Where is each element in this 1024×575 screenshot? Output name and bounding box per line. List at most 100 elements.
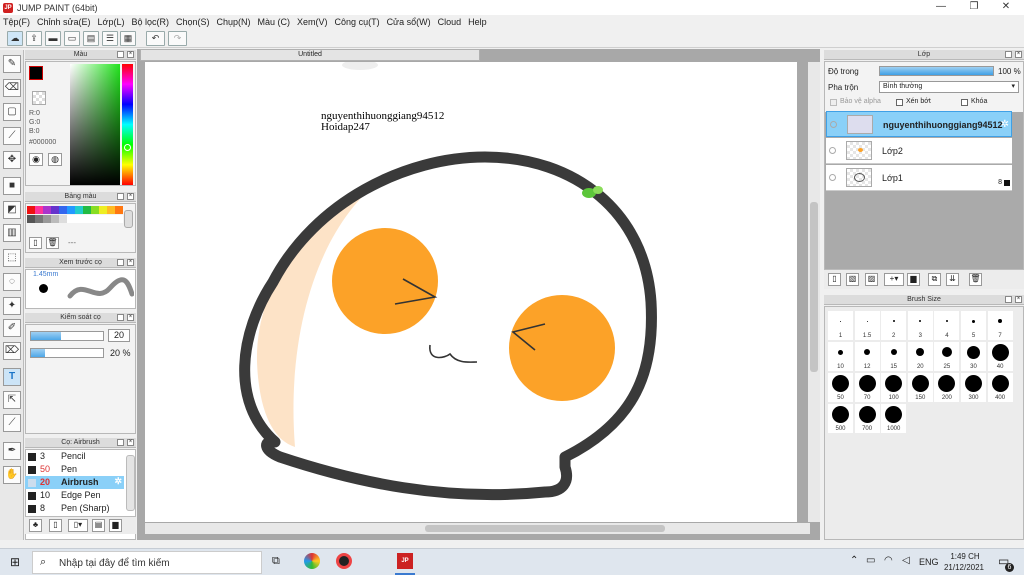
brush-item-pencil[interactable]: 3 Pencil [25, 450, 124, 463]
brush-size-slider[interactable] [30, 331, 104, 341]
line-tool-icon[interactable]: ⟋ [3, 127, 21, 145]
brush-settings-icon[interactable]: ♣ [29, 519, 42, 532]
layers-icon[interactable]: ☰ [102, 31, 118, 46]
float-icon[interactable] [1005, 296, 1012, 303]
brush-item-pen-sharp[interactable]: 8 Pen (Sharp) [25, 502, 124, 515]
vertical-scrollbar[interactable] [808, 62, 820, 522]
brush-size-option[interactable]: 2 [881, 311, 907, 340]
new-halftone-layer-icon[interactable]: ▧ [846, 273, 859, 286]
dropper-tool-icon[interactable]: ⟋ [3, 414, 21, 432]
undo-icon[interactable]: ↶ [146, 31, 165, 46]
maximize-button[interactable]: ❐ [958, 0, 990, 15]
eyedropper-icon[interactable]: ✒ [3, 442, 21, 460]
layer-row-lop1[interactable]: Lớp1 8 [826, 165, 1012, 191]
gear-icon[interactable]: ✲ [114, 476, 122, 487]
menu-tools[interactable]: Công cụ(T) [335, 17, 380, 27]
operation-tool-icon[interactable]: ⇱ [3, 391, 21, 409]
horizontal-scroll-thumb[interactable] [425, 525, 665, 532]
browser-app-icon[interactable] [304, 553, 320, 569]
media-app-icon[interactable] [336, 553, 352, 569]
brush-size-option[interactable]: 100 [881, 373, 907, 402]
document-canvas[interactable]: nguyenthihuonggiang94512 Hoidap247 [145, 62, 797, 522]
brush-size-option[interactable]: 3 [907, 311, 933, 340]
select-eraser-icon[interactable]: ⌦ [3, 342, 21, 360]
close-icon[interactable]: × [127, 51, 134, 58]
float-icon[interactable] [117, 51, 124, 58]
blend-mode-select[interactable]: Bình thường ▾ [879, 81, 1019, 93]
protect-alpha-checkbox[interactable] [830, 99, 837, 106]
brush-copy-icon[interactable]: ▤ [92, 519, 105, 532]
brush-item-airbrush[interactable]: 20 Airbrush ✲ [25, 476, 124, 489]
horizontal-scrollbar[interactable] [145, 523, 810, 534]
page-icon[interactable]: ▤ [83, 31, 99, 46]
float-icon[interactable] [117, 439, 124, 446]
close-icon[interactable]: × [1015, 296, 1022, 303]
brush-size-option[interactable]: 30 [961, 342, 986, 371]
close-button[interactable]: ✕ [990, 0, 1022, 15]
language-indicator[interactable]: ENG [919, 557, 939, 567]
minimize-button[interactable]: — [925, 0, 957, 15]
vertical-scroll-thumb[interactable] [810, 202, 818, 372]
menu-edit[interactable]: Chỉnh sửa(E) [37, 17, 91, 27]
layer-folder-icon[interactable]: ▆ [907, 273, 920, 286]
delete-palette-icon[interactable]: 🗑 [46, 237, 59, 249]
brush-size-option[interactable]: 12 [854, 342, 880, 371]
menu-color[interactable]: Màu (C) [258, 17, 291, 27]
foreground-color-swatch[interactable] [29, 66, 43, 80]
lasso-tool-icon[interactable]: ◌ [3, 273, 21, 291]
menu-help[interactable]: Help [468, 17, 487, 27]
eraser-tool-icon[interactable]: ⌫ [3, 79, 21, 97]
brush-size-option[interactable]: 4 [934, 311, 960, 340]
brush-size-option[interactable]: 1.5 [854, 311, 880, 340]
menu-select[interactable]: Chọn(S) [176, 17, 210, 27]
menu-window[interactable]: Cửa sổ(W) [387, 17, 431, 27]
new-layer-icon[interactable]: ▯ [828, 273, 841, 286]
fill-rect-icon[interactable]: ■ [3, 177, 21, 195]
bucket-tool-icon[interactable]: ◩ [3, 201, 21, 219]
new-8bit-layer-icon[interactable]: ▨ [865, 273, 878, 286]
visibility-icon[interactable] [829, 174, 836, 181]
float-icon[interactable] [117, 193, 124, 200]
clock-date[interactable]: 21/12/2021 [940, 563, 988, 572]
close-icon[interactable]: × [1015, 51, 1022, 58]
brush-size-option[interactable]: 7 [987, 311, 1013, 340]
brush-size-option[interactable]: 300 [961, 373, 986, 402]
brush-opacity-slider[interactable] [30, 348, 104, 358]
redo-icon[interactable]: ↷ [168, 31, 187, 46]
brush-size-option[interactable]: 500 [828, 404, 853, 433]
float-icon[interactable] [117, 259, 124, 266]
float-icon[interactable] [1005, 51, 1012, 58]
menu-file[interactable]: Tệp(F) [3, 17, 30, 27]
visibility-icon[interactable] [830, 121, 837, 128]
windows-start-icon[interactable]: ⊞ [10, 555, 20, 569]
chevron-up-icon[interactable]: ⌃ [850, 555, 858, 566]
saturation-value-square[interactable] [70, 64, 120, 185]
float-icon[interactable] [117, 314, 124, 321]
new-palette-icon[interactable]: ▯ [29, 237, 42, 249]
volume-icon[interactable]: ◁ [902, 555, 910, 566]
hue-marker[interactable] [124, 144, 131, 151]
jump-paint-taskbar-icon[interactable]: JP [397, 553, 413, 569]
menu-capture[interactable]: Chụp(N) [217, 17, 251, 27]
magic-wand-icon[interactable]: ✦ [3, 297, 21, 315]
add-layer-menu-icon[interactable]: +▾ [884, 273, 904, 286]
close-icon[interactable]: × [127, 439, 134, 446]
palette-swatches[interactable] [27, 206, 123, 223]
hand-tool-icon[interactable]: ✋ [3, 466, 21, 484]
visibility-icon[interactable] [829, 147, 836, 154]
brush-size-option[interactable]: 10 [828, 342, 853, 371]
brush-size-option[interactable]: 400 [987, 373, 1013, 402]
brush-list-scrollbar[interactable] [126, 455, 135, 511]
comment-icon[interactable]: ▬ [45, 31, 61, 46]
layer-row-lop2[interactable]: Lớp2 [826, 138, 1012, 164]
brush-size-option[interactable]: 40 [987, 342, 1013, 371]
close-icon[interactable]: × [127, 259, 134, 266]
clock-time[interactable]: 1:49 CH [950, 552, 980, 561]
taskbar-search-box[interactable]: ⌕ Nhập tại đây để tìm kiếm [32, 551, 262, 574]
palette-scrollbar[interactable] [124, 210, 133, 228]
menu-cloud[interactable]: Cloud [438, 17, 462, 27]
palette-icon[interactable]: ◍ [48, 153, 62, 166]
document-tab[interactable]: Untitled [140, 49, 480, 61]
brush-tool-icon[interactable]: ✎ [3, 55, 21, 73]
layer-opacity-slider[interactable] [879, 66, 994, 76]
